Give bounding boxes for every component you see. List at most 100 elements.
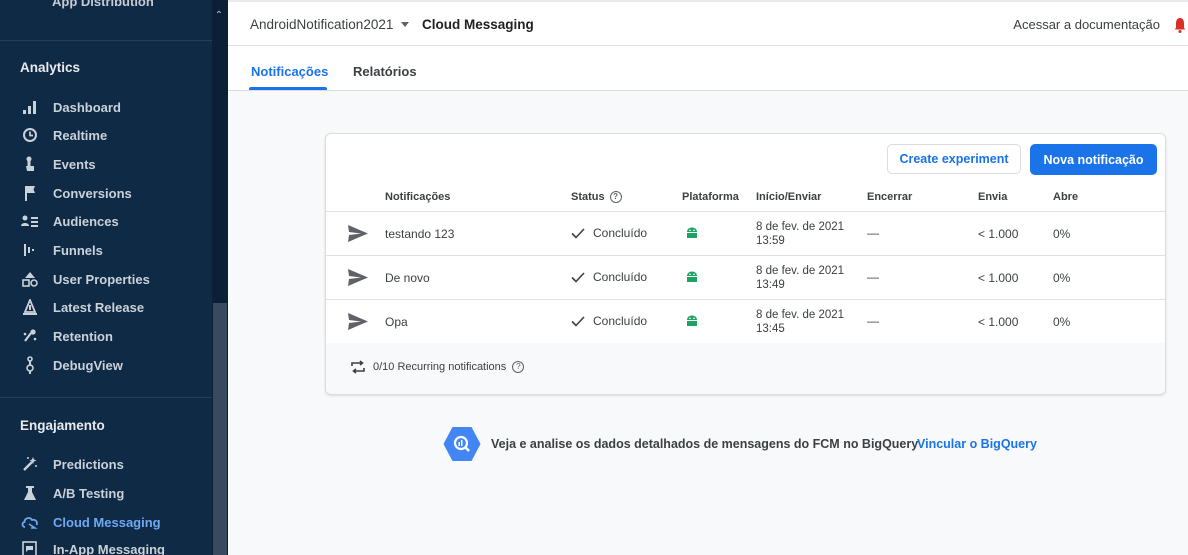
touch-icon (20, 155, 40, 173)
end-date: — (867, 226, 879, 240)
sidebar-item-label: Audiences (53, 213, 119, 229)
recurring-label: 0/10 Recurring notifications (373, 361, 507, 373)
sidebar-scrollbar-thumb[interactable] (213, 303, 227, 555)
column-header-label: Notificações (385, 191, 451, 203)
scroll-up-arrow-icon[interactable]: ⌃ (214, 11, 224, 21)
cloud-messaging-icon (20, 513, 40, 531)
opens-value: 0% (1053, 227, 1071, 241)
start-date: 8 de fev. de 2021 13:59 (756, 220, 856, 248)
funnel-icon (20, 241, 40, 259)
column-header-start[interactable]: Início/Enviar (756, 191, 821, 203)
opens-value: 0% (1053, 315, 1071, 329)
column-header-sends[interactable]: Envia (978, 191, 1007, 203)
project-name: AndroidNotification2021 (250, 17, 394, 32)
column-header-label: Início/Enviar (756, 191, 822, 203)
opens-value: 0% (1053, 271, 1071, 285)
user-properties-icon (20, 270, 40, 288)
table-row[interactable]: Opa Concluído 8 de fev. de 2021 13:45 — <… (326, 299, 1165, 343)
new-notification-button[interactable]: Nova notificação (1030, 144, 1157, 175)
column-header-status[interactable]: Status? (571, 191, 622, 203)
date-value: 8 de fev. de 2021 (756, 221, 845, 233)
predictions-icon (20, 455, 40, 473)
sidebar-item-label: In-App Messaging (53, 541, 165, 555)
sidebar-item-funnels[interactable]: Funnels (20, 239, 210, 261)
notification-name: De novo (385, 271, 430, 285)
tab-notificacoes[interactable]: Notificações (251, 64, 328, 79)
main-content: AndroidNotification2021 Cloud Messaging … (228, 0, 1188, 555)
tab-bar: Notificações Relatórios (228, 46, 1188, 91)
create-experiment-button[interactable]: Create experiment (887, 144, 1021, 174)
help-icon[interactable]: ? (512, 361, 525, 373)
sidebar-item-label: DebugView (53, 357, 123, 373)
column-header-label: Plataforma (682, 191, 739, 203)
tab-relatorios[interactable]: Relatórios (353, 64, 417, 79)
sidebar-item-latest-release[interactable]: Latest Release (20, 296, 210, 318)
android-icon (687, 315, 697, 326)
section-title-engajamento: Engajamento (20, 418, 105, 433)
status-label: Concluído (593, 270, 648, 284)
sidebar-item-label: Latest Release (53, 299, 145, 315)
status-label: Concluído (593, 226, 648, 240)
sidebar-item-realtime[interactable]: Realtime (20, 124, 210, 146)
sidebar-item-dashboard[interactable]: Dashboard (20, 96, 210, 118)
end-date: — (867, 270, 879, 284)
column-header-label: Encerrar (867, 191, 913, 203)
sidebar-item-events[interactable]: Events (20, 153, 210, 175)
clock-icon (20, 126, 40, 144)
sidebar-item-cloud-messaging[interactable]: Cloud Messaging (20, 511, 210, 533)
table-row[interactable]: testando 123 Concluído 8 de fev. de 2021… (326, 211, 1165, 255)
sidebar-item-user-properties[interactable]: User Properties (20, 268, 210, 290)
section-title-analytics: Analytics (20, 60, 81, 75)
sidebar-item-retention[interactable]: Retention (20, 325, 210, 347)
time-value: 13:59 (756, 235, 785, 247)
send-icon (348, 269, 368, 286)
sidebar-item-audiences[interactable]: Audiences (20, 210, 210, 232)
column-header-opens[interactable]: Abre (1053, 191, 1078, 203)
sidebar-item-app-distribution[interactable]: App Distribution (20, 0, 200, 12)
sidebar-item-label: Funnels (53, 242, 103, 258)
notifications-card: Create experiment Nova notificação Notif… (325, 133, 1166, 395)
check-icon (571, 227, 585, 239)
notification-name: testando 123 (385, 227, 455, 241)
flag-icon (20, 184, 40, 202)
end-date: — (867, 314, 879, 328)
docs-link[interactable]: Acessar a documentação (1013, 17, 1160, 32)
table-row[interactable]: De novo Concluído 8 de fev. de 2021 13:49… (326, 255, 1165, 299)
in-app-messaging-icon (20, 540, 40, 555)
sidebar-item-label: A/B Testing (53, 485, 125, 501)
sidebar-item-debugview[interactable]: DebugView (20, 354, 210, 376)
bigquery-promo-text: Veja e analise os dados detalhados de me… (491, 437, 919, 451)
active-tab-indicator (249, 87, 327, 90)
audience-icon (20, 212, 40, 230)
send-icon (348, 313, 368, 330)
sidebar-item-label: Predictions (53, 456, 124, 472)
sends-value: < 1.000 (978, 315, 1019, 329)
sidebar-item-ab-testing[interactable]: A/B Testing (20, 482, 210, 504)
time-value: 13:45 (756, 323, 785, 335)
notification-bell-icon[interactable] (1174, 17, 1186, 33)
column-header-end[interactable]: Encerrar (867, 191, 912, 203)
sidebar-item-label: Dashboard (53, 99, 121, 115)
release-icon (20, 298, 40, 316)
project-selector[interactable]: AndroidNotification2021 (250, 17, 410, 32)
sidebar-item-conversions[interactable]: Conversions (20, 182, 210, 204)
check-icon (571, 315, 585, 327)
divider (0, 40, 212, 41)
column-header-label: Abre (1053, 191, 1079, 203)
sidebar-item-label: Conversions (53, 185, 132, 201)
start-date: 8 de fev. de 2021 13:49 (756, 264, 856, 292)
status-label: Concluído (593, 314, 648, 328)
sidebar-item-in-app-messaging[interactable]: In-App Messaging (20, 538, 210, 555)
column-header-notifications[interactable]: Notificações (385, 191, 450, 203)
link-bigquery-link[interactable]: Vincular o BigQuery (917, 437, 1037, 451)
repeat-icon (351, 360, 365, 374)
help-icon[interactable]: ? (609, 191, 622, 203)
sidebar-item-predictions[interactable]: Predictions (20, 453, 210, 475)
check-icon (571, 271, 585, 283)
debug-icon (20, 356, 40, 374)
sends-value: < 1.000 (978, 271, 1019, 285)
recurring-notifications[interactable]: 0/10 Recurring notifications ? (350, 360, 525, 374)
date-value: 8 de fev. de 2021 (756, 265, 845, 277)
time-value: 13:49 (756, 279, 785, 291)
status-cell: Concluído (571, 270, 647, 284)
